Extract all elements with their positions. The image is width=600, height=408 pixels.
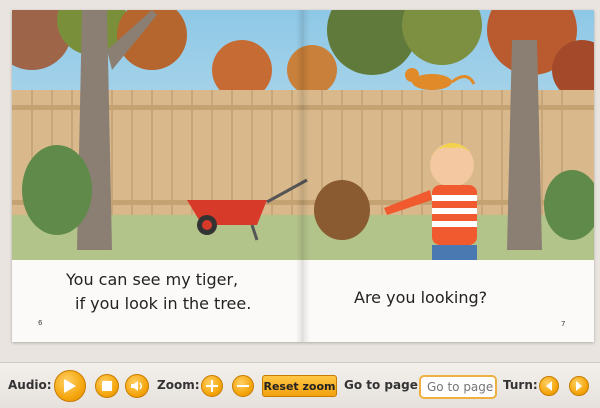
play-icon — [64, 379, 76, 393]
audio-label: Audio: — [8, 378, 52, 392]
chevron-left-icon — [546, 381, 552, 391]
book-spread: You can see my tiger, if you look in the… — [12, 10, 594, 342]
stop-button[interactable] — [95, 374, 119, 398]
previous-page-button[interactable] — [539, 376, 559, 396]
next-page-button[interactable] — [569, 376, 589, 396]
page-number: 7 — [561, 320, 566, 328]
story-text-line: Are you looking? — [354, 288, 488, 307]
zoom-label: Zoom: — [157, 378, 200, 392]
play-button[interactable] — [54, 370, 86, 402]
plus-icon — [206, 380, 218, 392]
turn-label: Turn: — [503, 378, 538, 392]
chevron-right-icon — [576, 381, 582, 391]
goto-page-input[interactable] — [419, 375, 497, 399]
volume-button[interactable] — [125, 374, 149, 398]
right-page: Are you looking? 7 — [303, 10, 594, 342]
reset-zoom-button[interactable]: Reset zoom — [262, 375, 337, 397]
stop-icon — [102, 381, 112, 391]
zoom-in-button[interactable] — [201, 375, 223, 397]
page-number: 6 — [38, 319, 43, 327]
left-page: You can see my tiger, if you look in the… — [12, 10, 303, 342]
zoom-out-button[interactable] — [232, 375, 254, 397]
reader-toolbar: Audio: Zoom: Reset zoom Go to page: Turn… — [0, 362, 600, 408]
story-text-line: You can see my tiger, — [66, 270, 239, 289]
minus-icon — [237, 385, 249, 387]
goto-page-label: Go to page: — [344, 378, 423, 392]
volume-icon — [131, 381, 142, 391]
story-text-line: if you look in the tree. — [75, 294, 252, 313]
